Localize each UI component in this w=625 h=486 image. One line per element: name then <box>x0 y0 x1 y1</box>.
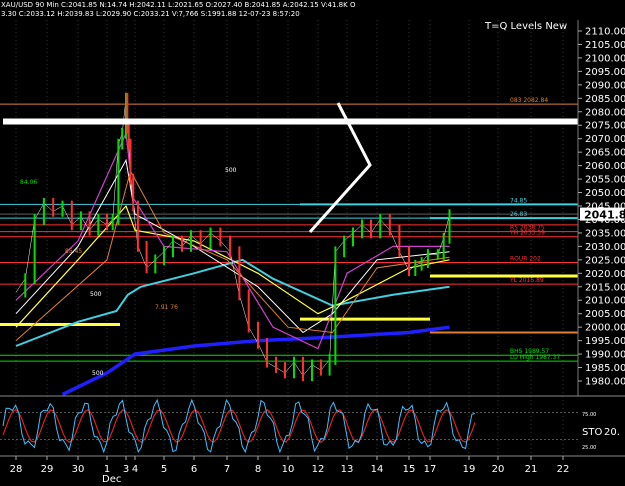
price-chart[interactable]: XAU/USD 90 Min C:2041.85 N:14.74 H:2042.… <box>0 0 625 486</box>
x-tick-label: 28 <box>10 464 23 475</box>
y-tick-label: 2005.00 <box>585 309 625 320</box>
osc-label: STO <box>582 427 602 438</box>
y-tick-label: 2075.00 <box>585 121 625 132</box>
chart-annotation: 500 <box>92 370 104 377</box>
level-label: LO High 1987.37 <box>510 354 560 361</box>
x-tick-label: 21 <box>525 464 538 475</box>
y-tick-label: 2070.00 <box>585 134 625 145</box>
y-tick-label: 2060.00 <box>585 161 625 172</box>
y-tick-label: 2095.00 <box>585 67 625 78</box>
x-tick-label: 5 <box>161 464 167 475</box>
level-label: YL 2015.89 <box>509 277 544 284</box>
x-tick-label: 10 <box>282 464 295 475</box>
y-tick-label: 2015.00 <box>585 282 625 293</box>
y-tick-label: 2000.00 <box>585 323 625 334</box>
chart-annotation: 84.06 <box>20 179 37 186</box>
x-tick-label: 7 <box>224 464 230 475</box>
last-price-label: 2041.81 <box>584 209 625 222</box>
x-tick-label: 30 <box>72 464 85 475</box>
y-tick-label: 2010.00 <box>585 296 625 307</box>
osc-level-75: 75.00 <box>582 412 596 418</box>
chart-title: T=Q Levels New <box>484 21 567 32</box>
chart-annotation: 7.91 76 <box>155 304 178 311</box>
y-tick-label: 2065.00 <box>585 148 625 159</box>
x-tick-label: 20 <box>492 464 505 475</box>
chart-annotation: 500 <box>225 167 237 174</box>
level-label: ROUR 202 <box>510 256 541 263</box>
x-tick-label: 6 <box>191 464 197 475</box>
x-tick-label: 17 <box>424 464 437 475</box>
chart-annotation: 85.45 <box>65 248 82 255</box>
y-tick-label: 2105.00 <box>585 40 625 51</box>
x-tick-label: 4 <box>132 464 138 475</box>
x-tick-label: 8 <box>255 464 261 475</box>
y-tick-label: 1985.00 <box>585 363 625 374</box>
overlay-band <box>3 118 578 125</box>
y-axis: 2110.00 2105.00 2100.00 2095.00 2090.00 2085.… <box>578 27 625 388</box>
header-bar-info-line: 3.30 C:2033.12 H:2039.83 L:2029.90 C:203… <box>1 10 300 18</box>
y-tick-label: 2025.00 <box>585 255 625 266</box>
x-tick-label: 29 <box>41 464 54 475</box>
y-tick-label: 2080.00 <box>585 107 625 118</box>
y-tick-label: 2050.00 <box>585 188 625 199</box>
x-tick-label: 22 <box>557 464 570 475</box>
osc-value-label: 20. <box>604 427 620 438</box>
level-label: YH 2033.59 <box>509 230 545 237</box>
header-quote-line: XAU/USD 90 Min C:2041.85 N:14.74 H:2042.… <box>1 1 356 9</box>
y-tick-label: 2100.00 <box>585 53 625 64</box>
y-tick-label: 2020.00 <box>585 269 625 280</box>
x-tick-label: 12 <box>312 464 325 475</box>
y-tick-label: 2035.00 <box>585 228 625 239</box>
chart-annotation: 500 <box>90 291 102 298</box>
level-label: 26.83 <box>510 211 527 218</box>
level-label: 74.85 <box>510 197 527 204</box>
level-label: 083 2082.84 <box>510 97 548 104</box>
y-tick-label: 2085.00 <box>585 94 625 105</box>
y-tick-label: 1990.00 <box>585 350 625 361</box>
y-tick-label: 1980.00 <box>585 377 625 388</box>
x-tick-label: 13 <box>341 464 354 475</box>
y-tick-label: 2110.00 <box>585 27 625 38</box>
last-price-tag: 2041.81 <box>580 207 625 222</box>
y-tick-label: 2055.00 <box>585 175 625 186</box>
y-tick-label: 2030.00 <box>585 242 625 253</box>
y-tick-label: 2090.00 <box>585 80 625 91</box>
x-tick-label: 15 <box>403 464 416 475</box>
x-tick-label: 19 <box>463 464 476 475</box>
osc-level-25: 25.00 <box>582 445 596 451</box>
x-tick-label: 3 <box>123 464 129 475</box>
y-tick-label: 1995.00 <box>585 336 625 347</box>
x-tick-label: 14 <box>371 464 384 475</box>
x-axis-month-label: Dec <box>102 474 121 485</box>
